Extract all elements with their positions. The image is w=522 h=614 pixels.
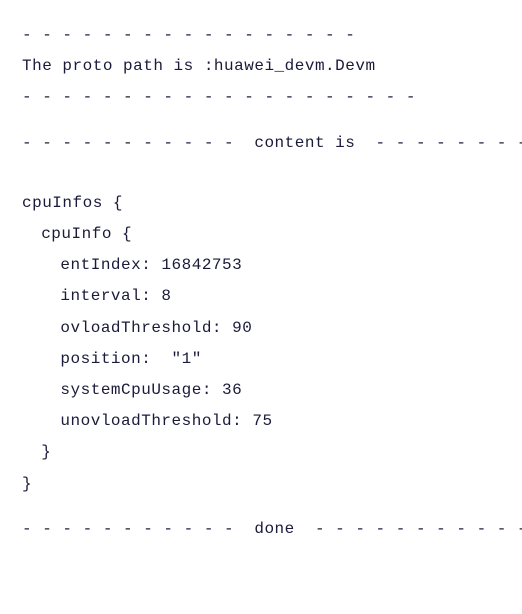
spacer xyxy=(22,114,500,128)
done-line: - - - - - - - - - - - done - - - - - - -… xyxy=(22,514,500,545)
separator-top: - - - - - - - - - - - - - - - - - xyxy=(22,20,500,51)
spacer xyxy=(22,174,500,188)
field-ovloadthreshold: ovloadThreshold: 90 xyxy=(22,313,500,344)
spacer xyxy=(22,500,500,514)
cpuinfos-close: } xyxy=(22,469,500,500)
field-unovloadthreshold: unovloadThreshold: 75 xyxy=(22,406,500,437)
proto-path-line: The proto path is :huawei_devm.Devm xyxy=(22,51,500,82)
cpuinfos-open: cpuInfos { xyxy=(22,188,500,219)
content-header-line: - - - - - - - - - - - content is - - - -… xyxy=(22,128,500,159)
cpuinfo-open: cpuInfo { xyxy=(22,219,500,250)
separator-after-proto: - - - - - - - - - - - - - - - - - - - - xyxy=(22,82,500,113)
field-entindex: entIndex: 16842753 xyxy=(22,250,500,281)
field-systemcpuusage: systemCpuUsage: 36 xyxy=(22,375,500,406)
field-interval: interval: 8 xyxy=(22,281,500,312)
spacer xyxy=(22,159,500,173)
field-position: position: "1" xyxy=(22,344,500,375)
cpuinfo-close: } xyxy=(22,437,500,468)
